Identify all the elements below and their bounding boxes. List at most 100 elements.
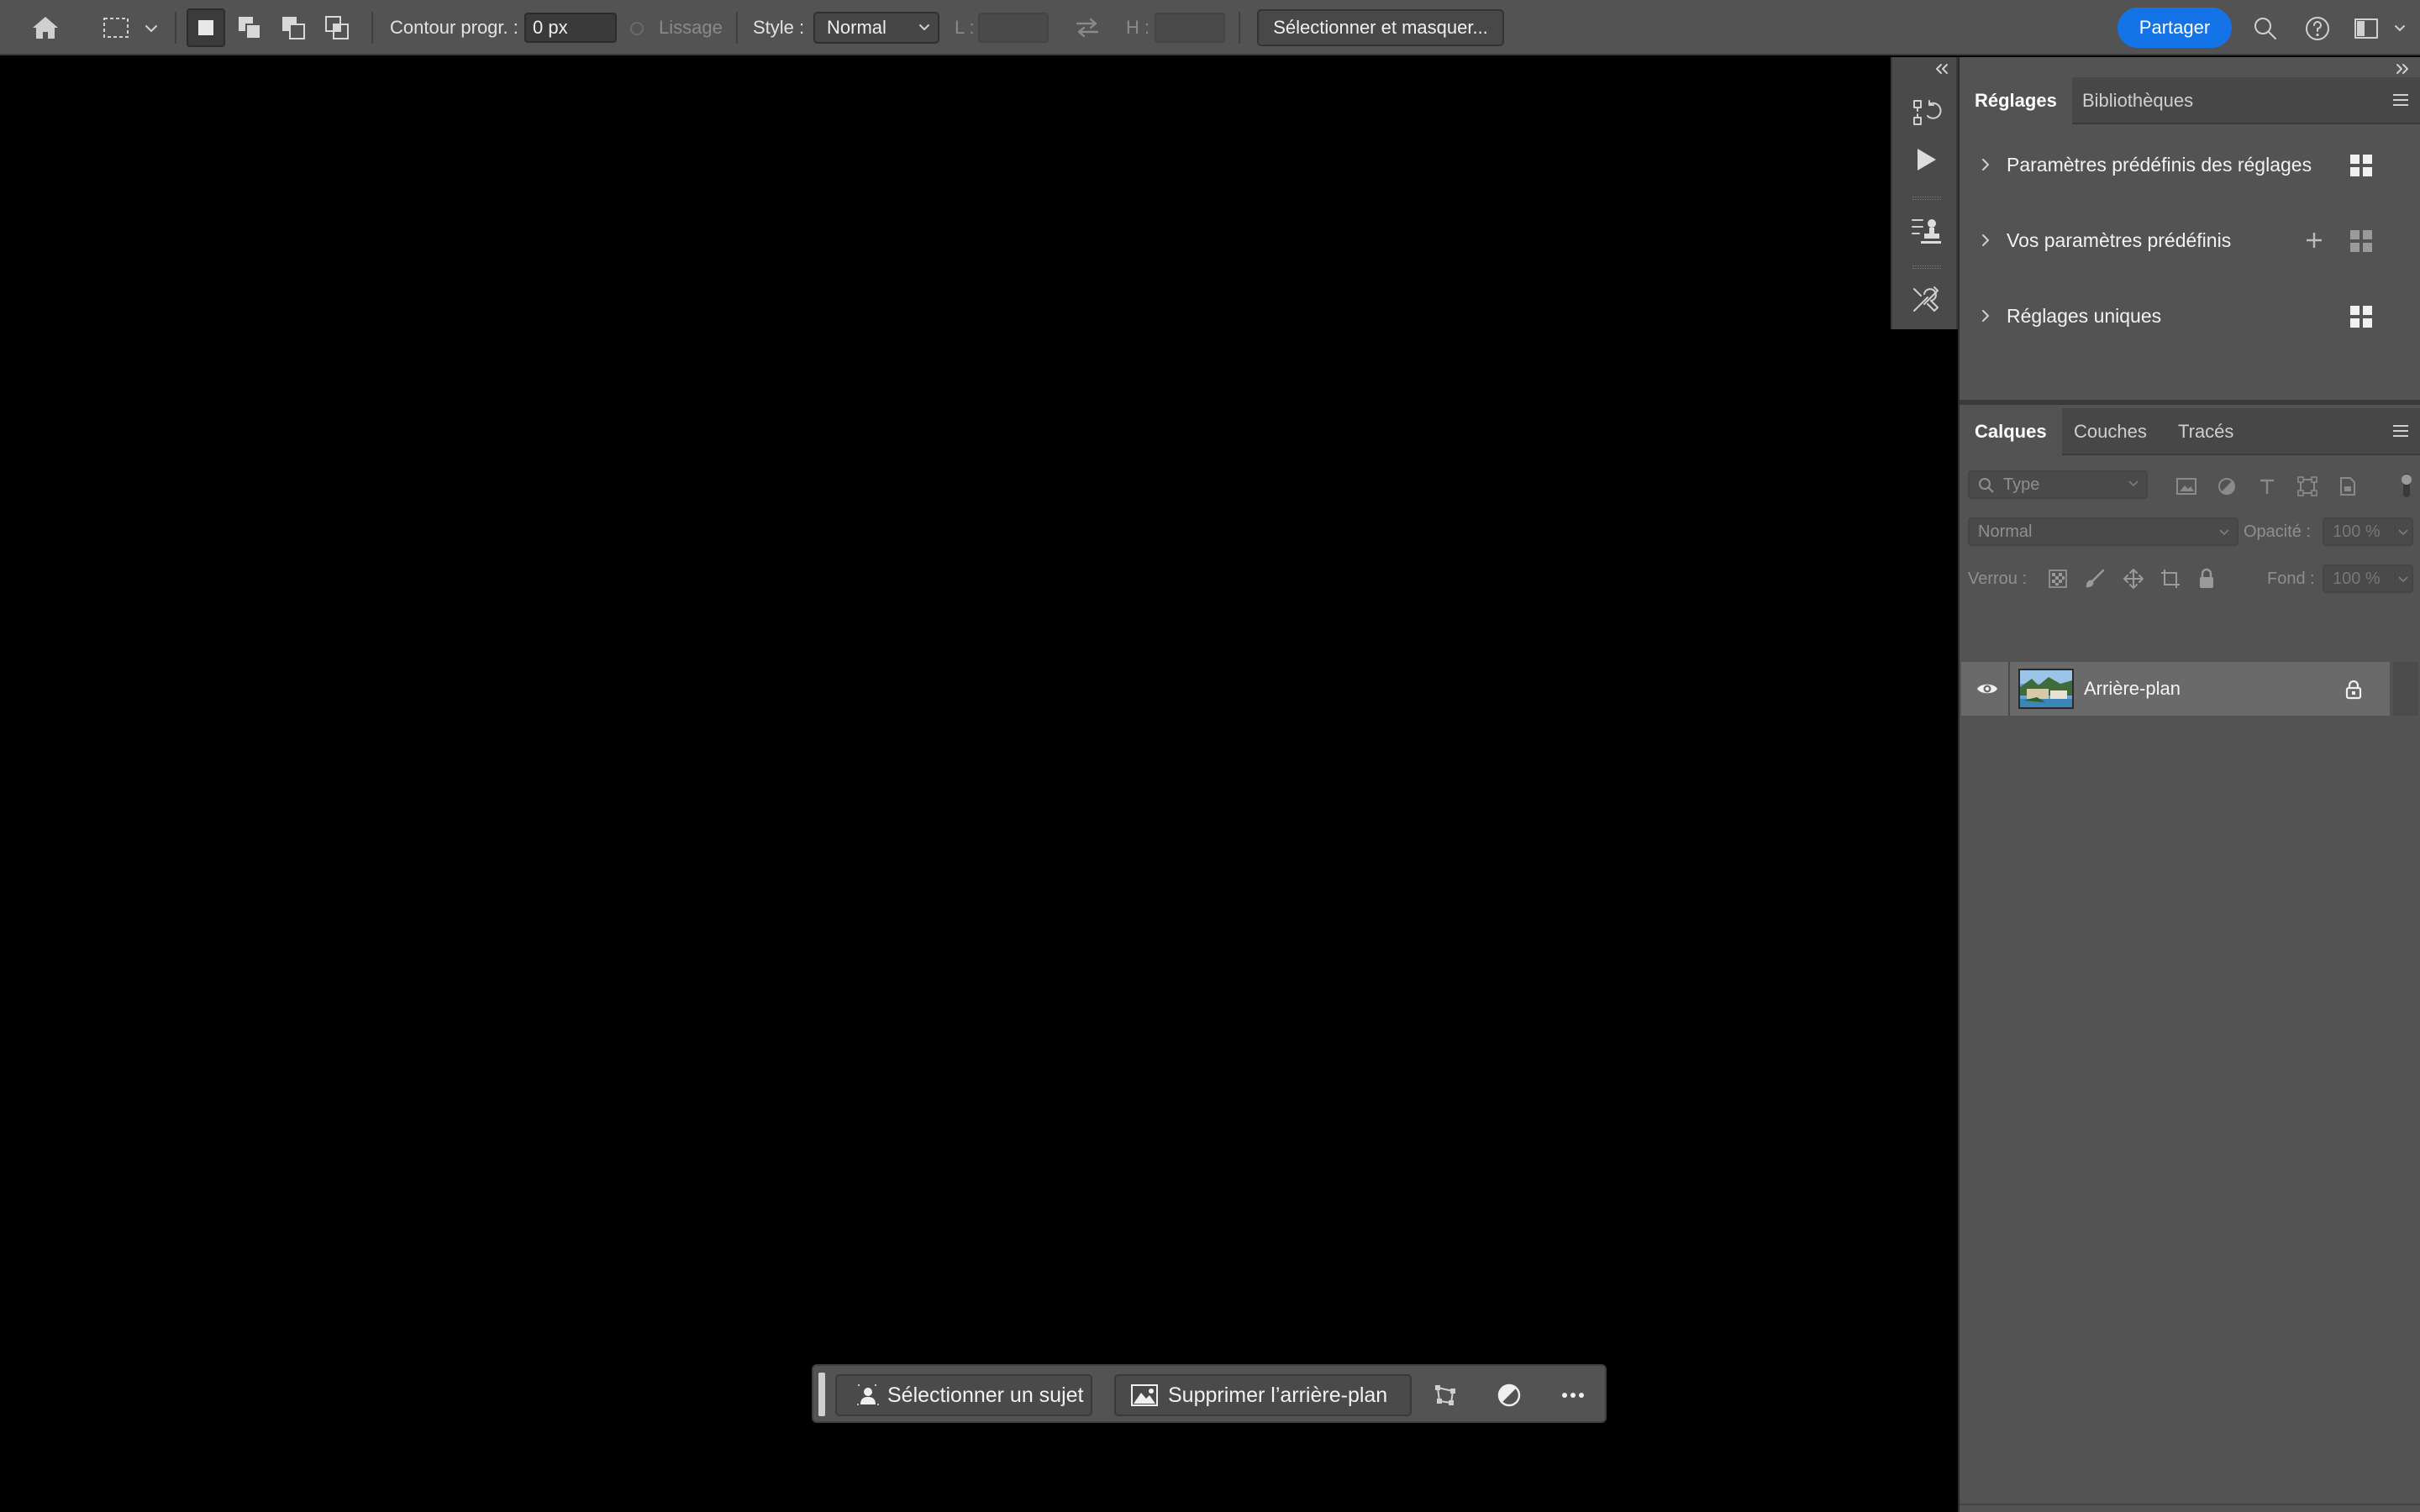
chevron-down-icon[interactable] (2391, 20, 2408, 37)
layers-panel-header: Calques Couches Tracés (1960, 408, 2420, 455)
adjustment-presets-row[interactable]: Paramètres prédéfinis des réglages (1960, 144, 2420, 186)
your-presets-row[interactable]: Vos paramètres prédéfinis (1960, 219, 2420, 261)
clone-source-icon[interactable] (1892, 213, 1960, 247)
document-canvas[interactable] (0, 57, 1891, 1512)
workspace-icon[interactable] (2351, 13, 2381, 44)
subtract-from-selection-icon[interactable] (274, 8, 313, 47)
single-adjustments-row[interactable]: Réglages uniques (1960, 295, 2420, 337)
feather-input[interactable]: 0 px (524, 13, 617, 43)
shape-layer-filter-icon[interactable] (2294, 474, 2321, 499)
home-icon[interactable] (29, 12, 62, 44)
adjustment-presets-label: Paramètres prédéfinis des réglages (2007, 154, 2312, 176)
contextual-task-bar: Sélectionner un sujet Supprimer l’arrièr… (812, 1364, 1607, 1423)
rectangular-marquee-icon[interactable] (99, 12, 133, 44)
style-label: Style : (753, 17, 805, 38)
grid-view-icon[interactable] (2349, 305, 2373, 328)
fill-label: Fond : (2267, 570, 2315, 588)
single-adjustments-label: Réglages uniques (2007, 305, 2162, 327)
width-input[interactable] (978, 13, 1049, 43)
height-label: H : (1126, 17, 1150, 38)
blend-mode-value: Normal (1978, 522, 2033, 541)
tool-presets-icon[interactable] (1892, 282, 1960, 316)
lock-position-icon[interactable] (2121, 566, 2146, 591)
lock-label: Verrou : (1968, 570, 2028, 588)
panel-menu-icon[interactable] (2391, 423, 2410, 438)
play-actions-icon[interactable] (1892, 144, 1960, 175)
drag-handle[interactable] (818, 1373, 825, 1416)
transform-selection-icon[interactable] (1428, 1379, 1462, 1411)
layer-filter-dropdown[interactable]: Type (1968, 470, 2148, 499)
chevron-down-icon (2395, 526, 2408, 538)
select-and-mask-button[interactable]: Sélectionner et masquer... (1257, 9, 1504, 46)
share-button[interactable]: Partager (2118, 8, 2232, 48)
help-icon[interactable] (2301, 12, 2334, 45)
layers-scrollbar[interactable] (2393, 662, 2418, 716)
new-selection-icon[interactable] (187, 8, 225, 47)
width-label: L : (955, 17, 975, 38)
panel-dock (1891, 57, 1958, 329)
height-input[interactable] (1155, 13, 1225, 43)
feather-label: Contour progr. : (390, 17, 518, 38)
collapse-panels-icon[interactable] (1929, 60, 1954, 77)
chevron-down-icon (918, 20, 931, 34)
invert-selection-icon[interactable] (1492, 1379, 1526, 1411)
grid-view-icon[interactable] (2349, 229, 2373, 253)
select-subject-label: Sélectionner un sujet (887, 1383, 1084, 1407)
chevron-down-icon (2128, 477, 2139, 489)
history-icon[interactable] (1892, 96, 1960, 129)
add-to-selection-icon[interactable] (230, 8, 269, 47)
search-icon[interactable] (2249, 12, 2282, 45)
expand-panels-icon[interactable] (2390, 60, 2415, 77)
tab-paths[interactable]: Tracés (2163, 408, 2249, 455)
chevron-right-icon (1980, 157, 1991, 172)
tab-layers[interactable]: Calques (1960, 408, 2062, 455)
lock-image-pixels-icon[interactable] (2084, 568, 2106, 590)
layer-row[interactable]: Arrière-plan (1961, 662, 2390, 716)
layer-thumbnail (2018, 669, 2074, 709)
filter-toggle[interactable] (2398, 470, 2415, 501)
antialias-label: Lissage (659, 17, 723, 38)
remove-background-icon (1131, 1384, 1158, 1406)
fill-value: 100 % (2333, 570, 2381, 588)
lock-all-icon[interactable] (2195, 566, 2218, 591)
tab-adjustments[interactable]: Réglages (1960, 77, 2072, 124)
panel-divider[interactable] (1960, 400, 2420, 405)
more-options-icon[interactable] (1556, 1379, 1590, 1411)
grid-view-icon[interactable] (2349, 154, 2373, 177)
tab-channels[interactable]: Couches (2059, 408, 2162, 455)
chevron-right-icon (1980, 308, 1991, 323)
layer-name: Arrière-plan (2084, 678, 2181, 699)
select-subject-icon (857, 1384, 879, 1406)
remove-background-label: Supprimer l’arrière-plan (1168, 1383, 1388, 1407)
style-dropdown-value: Normal (827, 17, 886, 38)
swap-arrows-icon[interactable] (1071, 15, 1104, 40)
fill-input[interactable]: 100 % (2323, 564, 2413, 593)
chevron-right-icon (1980, 233, 1991, 248)
adjustment-layer-filter-icon[interactable] (2213, 474, 2240, 499)
search-icon (1978, 477, 1995, 494)
smart-object-filter-icon[interactable] (2334, 474, 2361, 499)
your-presets-label: Vos paramètres prédéfinis (2007, 229, 2232, 251)
select-subject-button[interactable]: Sélectionner un sujet (835, 1374, 1092, 1416)
add-icon[interactable] (2304, 230, 2324, 250)
lock-icon (2343, 679, 2365, 701)
options-bar: Contour progr. : 0 px Lissage Style : No… (0, 0, 2420, 55)
adjustments-panel-header: Réglages Bibliothèques (1960, 77, 2420, 124)
chevron-down-icon (2395, 573, 2408, 585)
pixel-layer-filter-icon[interactable] (2173, 474, 2200, 499)
blend-mode-dropdown[interactable]: Normal (1968, 517, 2238, 546)
intersect-selection-icon[interactable] (318, 8, 356, 47)
type-layer-filter-icon[interactable] (2254, 474, 2281, 499)
style-dropdown[interactable]: Normal (813, 12, 939, 44)
tab-libraries[interactable]: Bibliothèques (2067, 77, 2208, 124)
antialias-checkbox[interactable] (629, 20, 645, 37)
panel-menu-icon[interactable] (2391, 92, 2410, 108)
eye-icon[interactable] (1975, 679, 2000, 699)
lock-transparent-pixels-icon[interactable] (2047, 568, 2069, 590)
opacity-input[interactable]: 100 % (2323, 517, 2413, 546)
lock-artboard-icon[interactable] (2158, 566, 2183, 591)
remove-background-button[interactable]: Supprimer l’arrière-plan (1114, 1374, 1412, 1416)
opacity-label: Opacité : (2244, 522, 2312, 541)
opacity-value: 100 % (2333, 522, 2381, 541)
chevron-down-icon[interactable] (141, 18, 161, 39)
